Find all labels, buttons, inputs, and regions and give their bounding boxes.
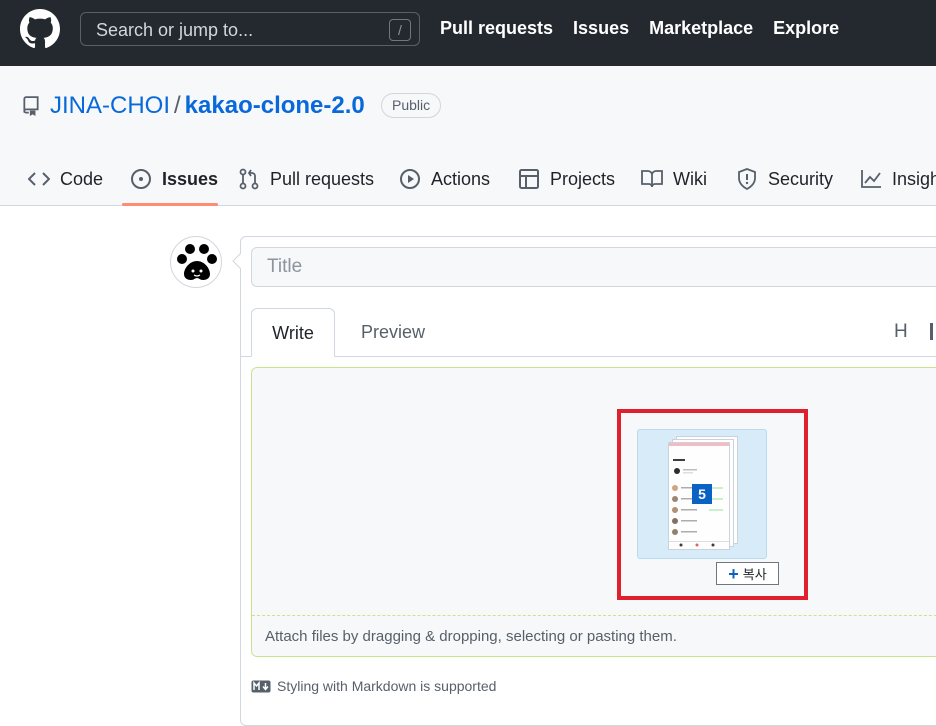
search-placeholder: Search or jump to... xyxy=(96,20,254,40)
drag-file-count-badge: 5 xyxy=(692,484,712,504)
table-icon xyxy=(519,169,539,189)
markdown-note-text: Styling with Markdown is supported xyxy=(277,678,497,694)
drag-copy-indicator: + 복사 xyxy=(716,562,779,585)
tab-insights[interactable]: Insights xyxy=(860,164,936,194)
plus-icon: + xyxy=(728,563,739,584)
paw-avatar-icon xyxy=(177,244,217,280)
tab-insights-label: Insights xyxy=(892,168,936,189)
shield-icon xyxy=(738,168,756,190)
attach-files-hint[interactable]: Attach files by dragging & dropping, sel… xyxy=(265,628,677,645)
github-logo-icon[interactable] xyxy=(20,9,60,49)
repo-icon xyxy=(23,96,39,116)
markdown-icon xyxy=(251,680,271,692)
tab-projects[interactable]: Projects xyxy=(518,164,615,194)
tab-security-label: Security xyxy=(768,168,834,189)
repo-owner-link[interactable]: JINA-CHOI xyxy=(50,92,170,119)
code-icon xyxy=(28,172,50,186)
visibility-badge: Public xyxy=(381,93,442,118)
tab-wiki[interactable]: Wiki xyxy=(641,164,707,194)
tab-code[interactable]: Code xyxy=(28,164,103,194)
nav-pull-requests[interactable]: Pull requests xyxy=(440,18,553,39)
tab-issues-label: Issues xyxy=(162,168,219,189)
global-header: Search or jump to... / Pull requests Iss… xyxy=(0,0,936,66)
search-input[interactable]: Search or jump to... / xyxy=(80,12,420,46)
repo-title: JINA-CHOI / kakao-clone-2.0 xyxy=(50,92,365,120)
tab-projects-label: Projects xyxy=(550,168,616,189)
speech-caret-icon xyxy=(232,252,243,270)
heading-tool-button[interactable]: H xyxy=(894,321,908,343)
repo-name-link[interactable]: kakao-clone-2.0 xyxy=(185,92,365,119)
markdown-support-note[interactable]: Styling with Markdown is supported xyxy=(251,678,496,694)
git-pull-request-icon xyxy=(239,168,259,190)
bold-tool-button[interactable] xyxy=(930,323,933,340)
tab-write[interactable]: Write xyxy=(251,308,335,357)
issue-opened-icon xyxy=(131,169,151,189)
avatar[interactable] xyxy=(170,236,222,288)
tab-issues[interactable]: Issues xyxy=(130,164,218,194)
nav-explore[interactable]: Explore xyxy=(773,18,839,39)
global-nav: Pull requests Issues Marketplace Explore xyxy=(440,18,859,39)
issue-title-input[interactable] xyxy=(251,247,936,287)
comment-textarea-dropzone[interactable] xyxy=(251,367,936,657)
tab-preview[interactable]: Preview xyxy=(361,308,425,357)
tab-actions[interactable]: Actions xyxy=(399,164,490,194)
play-icon xyxy=(400,169,420,189)
nav-issues[interactable]: Issues xyxy=(573,18,629,39)
dropzone-divider xyxy=(252,615,936,616)
nav-marketplace[interactable]: Marketplace xyxy=(649,18,753,39)
tab-code-label: Code xyxy=(60,168,104,189)
tab-actions-label: Actions xyxy=(431,168,491,189)
tab-pull-requests[interactable]: Pull requests xyxy=(238,164,374,194)
repo-tabs: Code Issues Pull requests Actions Projec… xyxy=(0,150,936,206)
tab-wiki-label: Wiki xyxy=(673,168,707,189)
tab-security[interactable]: Security xyxy=(736,164,833,194)
active-tab-indicator xyxy=(122,203,218,206)
graph-icon xyxy=(861,170,881,188)
search-shortcut-key: / xyxy=(389,19,411,41)
tab-pull-requests-label: Pull requests xyxy=(270,168,375,189)
repo-separator: / xyxy=(174,92,181,119)
book-icon xyxy=(641,170,663,188)
editor-tabs-divider xyxy=(241,356,936,357)
copy-label: 복사 xyxy=(742,567,767,582)
